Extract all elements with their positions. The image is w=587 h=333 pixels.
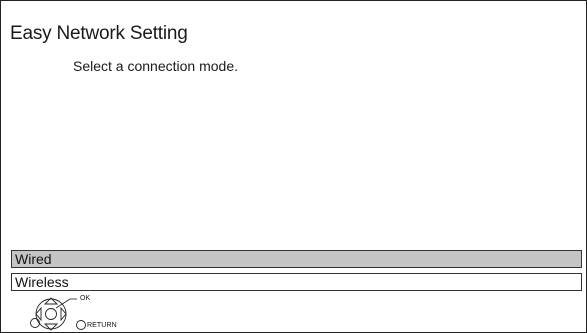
ok-label: OK bbox=[80, 295, 91, 302]
remote-button-guide: OK RETURN bbox=[29, 294, 139, 332]
option-wireless[interactable]: Wireless bbox=[11, 273, 582, 291]
option-wired-label: Wired bbox=[15, 251, 52, 267]
return-label: RETURN bbox=[87, 322, 117, 329]
easy-network-setting-screen: Easy Network Setting Select a connection… bbox=[0, 0, 587, 333]
option-wired[interactable]: Wired bbox=[11, 250, 582, 268]
option-wireless-label: Wireless bbox=[15, 274, 69, 290]
ok-button-icon bbox=[45, 308, 57, 320]
left-button-icon bbox=[30, 318, 40, 328]
page-title: Easy Network Setting bbox=[10, 23, 188, 44]
return-button-icon bbox=[76, 320, 86, 330]
instruction-text: Select a connection mode. bbox=[73, 58, 238, 74]
